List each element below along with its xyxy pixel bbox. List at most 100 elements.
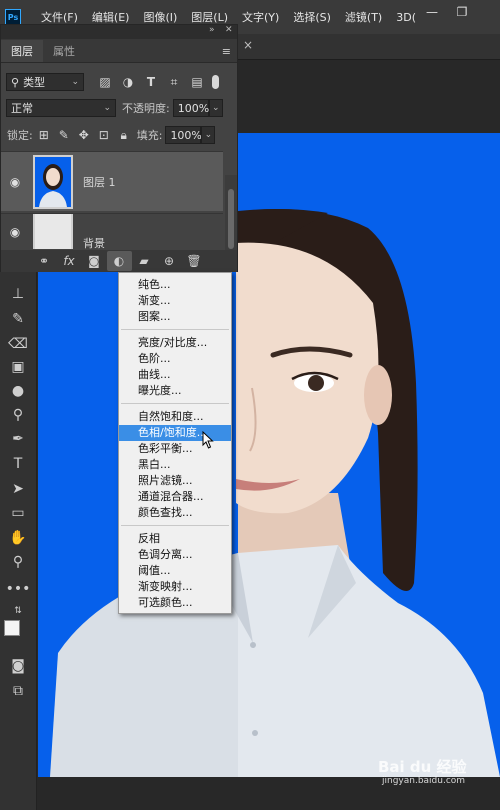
close-panel-icon[interactable]: ✕ bbox=[225, 25, 233, 35]
rectangle-tool-icon[interactable]: ▭ bbox=[6, 503, 30, 523]
menu-item-color-lookup[interactable]: 颜色查找... bbox=[119, 505, 231, 521]
menu-item-levels[interactable]: 色阶... bbox=[119, 351, 231, 367]
shape-filter-icon[interactable]: ⌗ bbox=[165, 73, 183, 91]
menu-item-black-white[interactable]: 黑白... bbox=[119, 457, 231, 473]
lock-transparent-icon[interactable]: ⊞ bbox=[35, 126, 53, 144]
new-group-icon[interactable]: ▰ bbox=[132, 254, 157, 268]
menu-separator bbox=[121, 329, 229, 330]
opacity-input[interactable]: 100% bbox=[172, 99, 209, 117]
menu-item-selective-color[interactable]: 可选颜色... bbox=[119, 595, 231, 611]
lock-pixels-icon[interactable]: ✎ bbox=[55, 126, 73, 144]
blend-mode-select[interactable]: 正常 ⌄ bbox=[6, 99, 116, 117]
layer-filter-value: 类型 bbox=[23, 76, 46, 89]
menu-item-vibrance[interactable]: 自然饱和度... bbox=[119, 409, 231, 425]
fill-label: 填充: bbox=[136, 129, 163, 142]
eraser-tool-icon[interactable]: ⌫ bbox=[6, 334, 30, 354]
menu-item-hue-saturation[interactable]: 色相/饱和度... bbox=[119, 425, 231, 441]
menu-file[interactable]: 文件(F) bbox=[41, 9, 78, 25]
layer-name[interactable]: 背景 bbox=[83, 235, 105, 250]
history-brush-icon[interactable]: ✎ bbox=[6, 309, 30, 329]
quick-mask-icon[interactable]: ◙ bbox=[6, 656, 30, 676]
collapse-panel-icon[interactable]: » bbox=[209, 25, 215, 35]
fill-dropdown[interactable]: ⌄ bbox=[201, 126, 216, 144]
chevron-down-icon: ⌄ bbox=[71, 77, 79, 87]
filter-toggle-icon[interactable] bbox=[212, 75, 219, 89]
layer-row-background[interactable]: ◉ 背景 bbox=[1, 213, 223, 249]
more-tools-icon[interactable]: ••• bbox=[6, 579, 31, 599]
panel-header-strip: » ✕ bbox=[1, 25, 237, 39]
panel-tabs: 图层 属性 ≡ bbox=[1, 39, 237, 63]
artboard-lock-icon[interactable]: ⊡ bbox=[95, 126, 113, 144]
menu-select[interactable]: 选择(S) bbox=[293, 9, 331, 25]
screen-mode-icon[interactable]: ⧉ bbox=[6, 681, 30, 701]
gradient-tool-icon[interactable]: ▣ bbox=[6, 357, 30, 377]
path-select-icon[interactable]: ➤ bbox=[6, 479, 30, 499]
menu-item-solid-color[interactable]: 纯色... bbox=[119, 277, 231, 293]
new-adjustment-layer-icon[interactable]: ◐ bbox=[106, 251, 132, 271]
stamp-tool-icon[interactable]: ⊥ bbox=[6, 284, 30, 304]
hand-tool-icon[interactable]: ✋ bbox=[6, 528, 30, 548]
delete-layer-icon[interactable]: 🗑︎ bbox=[182, 254, 207, 268]
swap-colors-icon[interactable]: ⇅ bbox=[6, 601, 30, 621]
link-layers-icon[interactable]: ⚭ bbox=[32, 254, 57, 268]
layer-thumbnail bbox=[33, 154, 73, 209]
type-tool-icon[interactable]: T bbox=[6, 454, 30, 474]
layer-name[interactable]: 图层 1 bbox=[83, 174, 116, 190]
scrollbar-thumb[interactable] bbox=[228, 189, 234, 249]
visibility-eye-icon[interactable]: ◉ bbox=[1, 175, 29, 189]
menu-item-gradient-map[interactable]: 渐变映射... bbox=[119, 579, 231, 595]
pixel-filter-icon[interactable]: ▨ bbox=[96, 73, 114, 91]
opacity-dropdown[interactable]: ⌄ bbox=[208, 99, 223, 117]
menu-item-color-balance[interactable]: 色彩平衡... bbox=[119, 441, 231, 457]
layers-panel: » ✕ 图层 属性 ≡ ⚲ 类型 ⌄ ▨ ◑ T ⌗ ▤ 正常 ⌄ 不透明度: … bbox=[0, 24, 238, 272]
layers-bottom-bar: ⚭ fx ◙ ◐ ▰ ⊕ 🗑︎ bbox=[1, 250, 237, 272]
restore-button[interactable]: ❐ bbox=[448, 0, 476, 24]
minimize-button[interactable]: — bbox=[418, 0, 446, 24]
add-mask-icon[interactable]: ◙ bbox=[82, 254, 107, 268]
lock-all-icon[interactable]: 🔒︎ bbox=[115, 126, 133, 144]
menu-filter[interactable]: 滤镜(T) bbox=[345, 9, 382, 25]
menu-item-channel-mixer[interactable]: 通道混合器... bbox=[119, 489, 231, 505]
menu-item-photo-filter[interactable]: 照片滤镜... bbox=[119, 473, 231, 489]
layer-style-fx-icon[interactable]: fx bbox=[57, 254, 82, 268]
smart-object-filter-icon[interactable]: ▤ bbox=[188, 73, 206, 91]
lock-position-icon[interactable]: ✥ bbox=[75, 126, 93, 144]
adjustment-layer-menu: 纯色... 渐变... 图案... 亮度/对比度... 色阶... 曲线... … bbox=[118, 272, 232, 614]
visibility-eye-icon[interactable]: ◉ bbox=[1, 225, 29, 239]
menu-3d[interactable]: 3D( bbox=[396, 11, 416, 24]
layer-filter-select[interactable]: ⚲ 类型 ⌄ bbox=[6, 73, 84, 91]
pen-tool-icon[interactable]: ✒ bbox=[6, 429, 30, 449]
tab-properties[interactable]: 属性 bbox=[43, 40, 85, 62]
menu-edit[interactable]: 编辑(E) bbox=[92, 9, 130, 25]
fill-input[interactable]: 100% bbox=[165, 126, 202, 144]
type-filter-icon[interactable]: T bbox=[142, 73, 160, 91]
dodge-tool-icon[interactable]: ⚲ bbox=[6, 405, 30, 425]
menu-item-brightness-contrast[interactable]: 亮度/对比度... bbox=[119, 335, 231, 351]
adjustment-filter-icon[interactable]: ◑ bbox=[119, 73, 137, 91]
document-tab-close-icon[interactable]: × bbox=[243, 38, 253, 52]
layer-thumbnail bbox=[33, 214, 73, 249]
layer-thumbnail-image bbox=[35, 156, 71, 207]
menu-separator bbox=[121, 525, 229, 526]
menu-item-posterize[interactable]: 色调分离... bbox=[119, 547, 231, 563]
menu-item-pattern[interactable]: 图案... bbox=[119, 309, 231, 325]
foreground-color-swatch[interactable] bbox=[4, 620, 20, 636]
menu-item-exposure[interactable]: 曝光度... bbox=[119, 383, 231, 399]
blend-row: 正常 ⌄ 不透明度: 100% ⌄ bbox=[1, 99, 237, 117]
tab-layers[interactable]: 图层 bbox=[1, 40, 43, 62]
menu-item-threshold[interactable]: 阈值... bbox=[119, 563, 231, 579]
blur-tool-icon[interactable]: ● bbox=[6, 381, 30, 401]
fill-value: 100% bbox=[170, 128, 202, 142]
panel-menu-icon[interactable]: ≡ bbox=[222, 45, 231, 58]
layer-filter-row: ⚲ 类型 ⌄ ▨ ◑ T ⌗ ▤ bbox=[1, 73, 237, 91]
new-layer-icon[interactable]: ⊕ bbox=[157, 254, 182, 268]
menu-item-curves[interactable]: 曲线... bbox=[119, 367, 231, 383]
zoom-tool-icon[interactable]: ⚲ bbox=[6, 552, 30, 572]
menu-layer[interactable]: 图层(L) bbox=[191, 9, 228, 25]
menu-item-gradient[interactable]: 渐变... bbox=[119, 293, 231, 309]
menu-image[interactable]: 图像(I) bbox=[143, 9, 177, 25]
document-tab[interactable] bbox=[238, 34, 500, 60]
layer-row-1[interactable]: ◉ 图层 1 bbox=[1, 151, 223, 211]
menu-item-invert[interactable]: 反相 bbox=[119, 531, 231, 547]
menu-type[interactable]: 文字(Y) bbox=[242, 9, 279, 25]
